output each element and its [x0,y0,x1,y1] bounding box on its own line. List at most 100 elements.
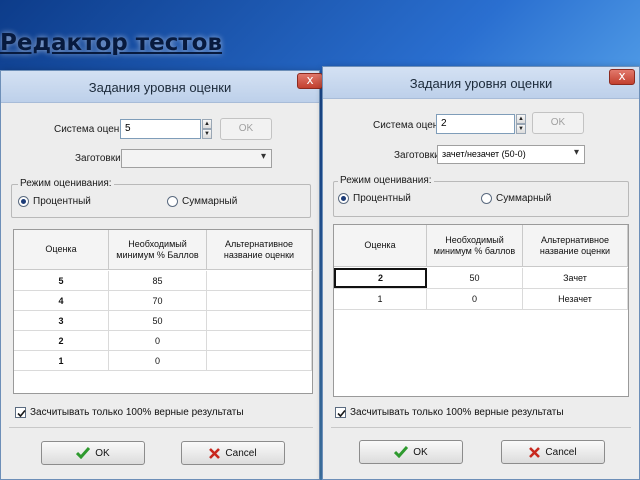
checkbox-checked-icon [335,407,346,418]
alt-name-cell[interactable] [207,331,312,350]
radio-unselected-icon [167,196,178,207]
min-cell[interactable]: 70 [109,291,207,310]
grading-system-ok-button[interactable]: OK [220,118,272,140]
spin-up-icon[interactable]: ▲ [516,114,526,124]
grade-dialog-left: Задания уровня оценки x Система оценки: … [0,70,323,480]
presets-value: зачет/незачет (50-0) [442,149,526,159]
dialog-titlebar: Задания уровня оценки x [323,67,639,99]
mode-group: Режим оценивания: Процентный Суммарный [333,175,629,217]
ok-button[interactable]: OK [41,441,145,465]
presets-select[interactable]: зачет/незачет (50-0) ▾ [437,145,585,164]
x-mark-icon [209,447,221,459]
grading-system-spinner[interactable]: ▲ ▼ [516,114,526,134]
close-button[interactable]: x [609,69,635,85]
presets-select[interactable]: ▾ [121,149,272,168]
grades-table: Оценка Необходимый минимум % Баллов Альт… [13,229,313,394]
presets-label: Заготовки: [394,150,443,161]
check-icon [76,447,91,459]
cancel-button-label: Cancel [545,446,577,458]
check-icon [394,446,409,458]
mode-group-label: Режим оценивания: [18,178,114,189]
mode-group-label: Режим оценивания: [338,175,434,186]
min-cell[interactable]: 50 [109,311,207,330]
radio-total[interactable]: Суммарный [481,193,551,204]
grading-system-ok-button[interactable]: OK [532,112,584,134]
presets-label: Заготовки: [75,153,124,164]
column-header: Альтернативное название оценки [523,225,628,266]
slide-title: Редактор тестов [0,30,223,56]
full-score-checkbox-label: Засчитывать только 100% верные результат… [350,407,564,418]
radio-percent[interactable]: Процентный [338,193,411,204]
radio-total-label: Суммарный [182,196,238,207]
column-header: Оценка [14,230,109,269]
alt-name-cell[interactable] [207,271,312,290]
spin-down-icon[interactable]: ▼ [202,129,212,139]
table-row[interactable]: 1 0 [14,351,312,371]
table-header: Оценка Необходимый минимум % баллов Альт… [334,225,628,267]
grade-cell[interactable]: 3 [14,311,109,330]
checkbox-checked-icon [15,407,26,418]
alt-name-cell[interactable]: Зачет [523,268,628,288]
alt-name-cell[interactable] [207,291,312,310]
grade-cell[interactable]: 5 [14,271,109,290]
min-cell[interactable]: 0 [109,351,207,370]
table-row[interactable]: 3 50 [14,311,312,331]
mode-group: Режим оценивания: Процентный Суммарный [11,178,311,218]
alt-name-cell[interactable] [207,351,312,370]
column-header: Необходимый минимум % Баллов [109,230,207,269]
table-row[interactable]: 2 50 Зачет [334,268,628,289]
cancel-button-label: Cancel [225,447,257,459]
grade-cell[interactable]: 1 [334,289,427,309]
radio-selected-icon [18,196,29,207]
radio-percent[interactable]: Процентный [18,196,91,207]
x-mark-icon [529,446,541,458]
radio-unselected-icon [481,193,492,204]
dialog-title: Задания уровня оценки [409,76,553,91]
table-row[interactable]: 1 0 Незачет [334,289,628,310]
table-row[interactable]: 2 0 [14,331,312,351]
column-header: Необходимый минимум % баллов [427,225,523,266]
divider [9,427,313,428]
spin-up-icon[interactable]: ▲ [202,119,212,129]
radio-total[interactable]: Суммарный [167,196,237,207]
table-row[interactable]: 5 85 [14,271,312,291]
grade-cell[interactable]: 1 [14,351,109,370]
alt-name-cell[interactable]: Незачет [523,289,628,309]
radio-selected-icon [338,193,349,204]
close-button[interactable]: x [297,73,323,89]
grading-system-input[interactable]: 2 [436,114,515,134]
grade-dialog-right: Задания уровня оценки x Система оценки: … [322,66,640,480]
ok-button-label: OK [95,447,110,459]
radio-percent-label: Процентный [353,193,411,204]
radio-percent-label: Процентный [33,196,91,207]
chevron-down-icon: ▾ [573,147,579,158]
column-header: Альтернативное название оценки [207,230,312,269]
divider [331,427,631,428]
grade-cell[interactable]: 4 [14,291,109,310]
min-cell[interactable]: 50 [427,268,523,288]
dialog-titlebar: Задания уровня оценки x [1,71,323,103]
min-cell[interactable]: 85 [109,271,207,290]
cancel-button[interactable]: Cancel [181,441,285,465]
grade-cell[interactable]: 2 [334,268,427,288]
dialog-title: Задания уровня оценки [88,80,232,95]
ok-button-label: OK [413,446,428,458]
grading-system-input[interactable]: 5 [120,119,201,139]
table-row[interactable]: 4 70 [14,291,312,311]
grading-system-spinner[interactable]: ▲ ▼ [202,119,212,139]
radio-total-label: Суммарный [496,193,552,204]
spin-down-icon[interactable]: ▼ [516,124,526,134]
grades-table: Оценка Необходимый минимум % баллов Альт… [333,224,629,397]
full-score-checkbox-label: Засчитывать только 100% верные результат… [30,407,244,418]
table-header: Оценка Необходимый минимум % Баллов Альт… [14,230,312,270]
full-score-checkbox[interactable]: Засчитывать только 100% верные результат… [15,407,244,418]
full-score-checkbox[interactable]: Засчитывать только 100% верные результат… [335,407,564,418]
min-cell[interactable]: 0 [427,289,523,309]
min-cell[interactable]: 0 [109,331,207,350]
cancel-button[interactable]: Cancel [501,440,605,464]
chevron-down-icon: ▾ [260,151,266,162]
ok-button[interactable]: OK [359,440,463,464]
grade-cell[interactable]: 2 [14,331,109,350]
alt-name-cell[interactable] [207,311,312,330]
column-header: Оценка [334,225,427,266]
